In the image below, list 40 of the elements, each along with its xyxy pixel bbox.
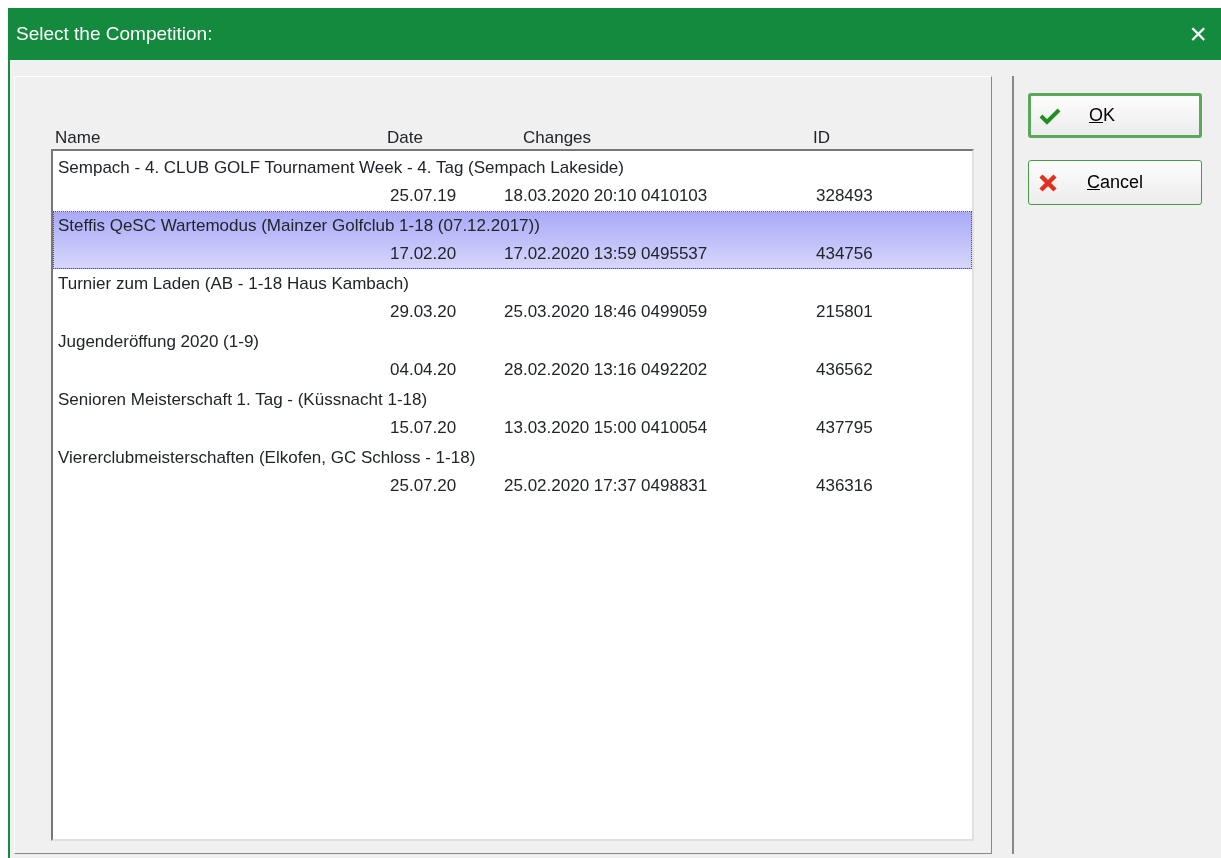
list-row[interactable]: Steffis QeSC Wartemodus (Mainzer Golfclub 1-18 (07.12.2017)) 17.02.20 17.02.2020 13:59 0495537 434756 [53, 211, 972, 269]
competition-id: 436562 [816, 360, 873, 379]
competition-id: 436316 [816, 476, 873, 495]
competition-date: 25.07.19 [390, 186, 457, 205]
column-header: Changes [523, 128, 592, 147]
competition-name: Senioren Meisterschaft 1. Tag - (Küssnacht 1-18) [58, 389, 429, 411]
column-header: Name [55, 128, 101, 147]
list-row[interactable]: Turnier zum Laden (AB - 1-18 Haus Kambach) 29.03.20 25.03.2020 18:46 0499059 215801 [53, 269, 972, 327]
change-info: 17.02.2020 13:59 0495537 [504, 244, 708, 263]
list-row[interactable]: Viererclubmeisterschaften (Elkofen, GC Schloss - 1-18) 25.07.20 25.02.2020 17:37 0498831 436316 [53, 443, 972, 501]
close-button[interactable]: × [1185, 19, 1211, 49]
competition-name: Turnier zum Laden (AB - 1-18 Haus Kambach) [58, 273, 410, 295]
change-info: 28.02.2020 13:16 0492202 [504, 360, 708, 379]
competition-id: 434756 [816, 244, 873, 263]
competition-name: Steffis QeSC Wartemodus (Mainzer Golfclub 1-18 (07.12.2017)) [58, 215, 541, 237]
competition-date: 15.07.20 [390, 418, 457, 437]
competition-name: Sempach - 4. CLUB GOLF Tournament Week - 4. Tag (Sempach Lakeside) [58, 157, 625, 179]
change-info: 18.03.2020 20:10 0410103 [504, 186, 708, 205]
competition-date: 29.03.20 [390, 302, 457, 321]
competition-list[interactable] [51, 149, 974, 841]
change-info: 13.03.2020 15:00 0410054 [504, 418, 708, 437]
change-info: 25.02.2020 17:37 0498831 [504, 476, 708, 495]
window-title: Select the Competition: [16, 21, 213, 46]
cancel-button[interactable]: Cancel [1028, 160, 1202, 205]
cross-icon [1037, 172, 1059, 193]
column-header: ID [813, 128, 830, 147]
list-row[interactable]: Senioren Meisterschaft 1. Tag - (Küssnacht 1-18) 15.07.20 13.03.2020 15:00 0410054 437795 [53, 385, 972, 443]
list-row[interactable]: Jugenderöffung 2020 (1-9) 04.04.20 28.02.2020 13:16 0492202 436562 [53, 327, 972, 385]
list-row[interactable]: Sempach - 4. CLUB GOLF Tournament Week - 4. Tag (Sempach Lakeside) 25.07.19 18.03.2020 20:10 0410103 328493 [53, 153, 972, 211]
ok-button[interactable]: OK [1028, 93, 1202, 138]
competition-id: 328493 [816, 186, 873, 205]
competition-id: 215801 [816, 302, 873, 321]
competition-id: 437795 [816, 418, 873, 437]
column-header: Date [387, 128, 423, 147]
competition-date: 25.07.20 [390, 476, 457, 495]
competition-date: 17.02.20 [390, 244, 457, 263]
competition-name: Viererclubmeisterschaften (Elkofen, GC Schloss - 1-18) [58, 447, 477, 469]
competition-date: 04.04.20 [390, 360, 457, 379]
change-info: 25.03.2020 18:46 0499059 [504, 302, 708, 321]
competition-name: Jugenderöffung 2020 (1-9) [58, 331, 260, 353]
